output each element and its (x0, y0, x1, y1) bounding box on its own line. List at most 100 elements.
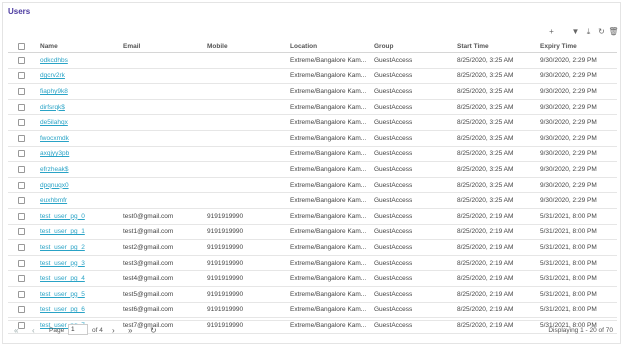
cell-location: Extreme/Bangalore Kam... (290, 103, 367, 111)
cell-location: Extreme/Bangalore Kam... (290, 150, 367, 158)
cell-name: test_user_pg_6 (40, 303, 120, 318)
table-row[interactable]: test_user_pg_3 test3@gmail.com 9191919990 E… (8, 256, 617, 272)
row-checkbox[interactable] (18, 228, 25, 236)
row-select-cell (18, 162, 28, 177)
pagination-bar: « ‹ Page of 4 › » ↻ Displaying 1 - 20 of… (8, 320, 617, 339)
table-row[interactable]: test_user_pg_5 test5@gmail.com 9191919990 E… (8, 287, 617, 303)
table-row[interactable]: fwocxmdk Extreme/Bangalore Kam... GuestAcc… (8, 131, 617, 147)
user-name-link[interactable]: dpqnuqx0 (40, 182, 69, 189)
cell-mobile: 9191919990 (207, 228, 244, 236)
row-select-cell (18, 303, 28, 318)
cell-group: GuestAccess (374, 259, 413, 267)
user-name-link[interactable]: axqjyy3pb (40, 150, 69, 157)
table-row[interactable]: test_user_pg_1 test1@gmail.com 9191919990 E… (8, 225, 617, 241)
column-header-expiry-time[interactable]: Expiry Time (540, 40, 614, 52)
column-header-email[interactable]: Email (123, 40, 203, 52)
row-checkbox[interactable] (18, 306, 25, 314)
user-name-link[interactable]: test_user_pg_1 (40, 228, 85, 235)
column-header-group[interactable]: Group (374, 40, 454, 52)
table-row[interactable]: dgcrv2rk Extreme/Bangalore Kam... GuestAcc… (8, 69, 617, 85)
table-row[interactable]: de5ilahqx Extreme/Bangalore Kam... GuestAc… (8, 115, 617, 131)
row-checkbox[interactable] (18, 181, 25, 189)
table-row[interactable]: test_user_pg_4 test4@gmail.com 9191919990 E… (8, 271, 617, 287)
cell-email: test2@gmail.com (123, 243, 174, 251)
user-name-link[interactable]: dgcrv2rk (40, 72, 65, 79)
column-header-location[interactable]: Location (290, 40, 370, 52)
user-name-link[interactable]: fwocxmdk (40, 135, 69, 142)
cell-name: dpqnuqx0 (40, 178, 120, 193)
table-row[interactable]: euxhbmfr Extreme/Bangalore Kam... GuestAcc… (8, 193, 617, 209)
row-checkbox[interactable] (18, 212, 25, 220)
cell-name: fiaphy9k8 (40, 84, 120, 99)
row-checkbox[interactable] (18, 103, 25, 111)
user-name-link[interactable]: de5ilahqx (40, 119, 68, 126)
table-row[interactable]: test_user_pg_2 test2@gmail.com 9191919990 E… (8, 240, 617, 256)
row-checkbox[interactable] (18, 290, 25, 298)
row-select-cell (18, 69, 28, 84)
user-name-link[interactable]: euxhbmfr (40, 197, 67, 204)
refresh-icon[interactable]: ↻ (597, 27, 606, 36)
first-page-icon[interactable]: « (14, 326, 18, 335)
cell-start-time: 8/25/2020, 2:19 AM (457, 259, 514, 267)
user-name-link[interactable]: test_user_pg_6 (40, 306, 85, 313)
cell-email (123, 178, 203, 193)
table-row[interactable]: axqjyy3pb Extreme/Bangalore Kam... GuestAc… (8, 147, 617, 163)
row-checkbox[interactable] (18, 72, 25, 80)
row-checkbox[interactable] (18, 56, 25, 64)
prev-page-icon[interactable]: ‹ (32, 326, 35, 335)
table-row[interactable]: test_user_pg_0 test0@gmail.com 9191919990 E… (8, 209, 617, 225)
download-icon[interactable]: ⤓ (584, 27, 593, 36)
table-row[interactable]: test_user_pg_6 test6@gmail.com 9191919990 E… (8, 303, 617, 319)
row-checkbox[interactable] (18, 134, 25, 142)
cell-location: Extreme/Bangalore Kam... (290, 72, 367, 80)
row-checkbox[interactable] (18, 243, 25, 251)
row-checkbox[interactable] (18, 197, 25, 205)
filter-icon[interactable]: ▼ (571, 27, 580, 36)
cell-group: GuestAccess (374, 165, 413, 173)
cell-location: Extreme/Bangalore Kam... (290, 275, 367, 283)
column-header-start-time[interactable]: Start Time (457, 40, 537, 52)
table-row[interactable]: fiaphy9k8 Extreme/Bangalore Kam... GuestAc… (8, 84, 617, 100)
user-name-link[interactable]: test_user_pg_4 (40, 275, 85, 282)
cell-start-time: 8/25/2020, 2:19 AM (457, 243, 514, 251)
row-checkbox[interactable] (18, 150, 25, 158)
user-name-link[interactable]: test_user_pg_3 (40, 260, 85, 267)
table-row[interactable]: efrzheak$ Extreme/Bangalore Kam... GuestAc… (8, 162, 617, 178)
column-header-mobile[interactable]: Mobile (207, 40, 287, 52)
user-name-link[interactable]: dirfsrqk$ (40, 104, 65, 111)
user-name-link[interactable]: test_user_pg_5 (40, 291, 85, 298)
cell-group: GuestAccess (374, 181, 413, 189)
page-number-input[interactable] (68, 324, 88, 335)
last-page-icon[interactable]: » (128, 326, 132, 335)
next-page-icon[interactable]: › (112, 326, 115, 335)
user-name-link[interactable]: test_user_pg_2 (40, 244, 85, 251)
user-name-link[interactable]: fiaphy9k8 (40, 88, 68, 95)
cell-location: Extreme/Bangalore Kam... (290, 259, 367, 267)
cell-expiry-time: 9/30/2020, 2:29 PM (540, 87, 597, 95)
cell-mobile (207, 100, 287, 115)
row-checkbox[interactable] (18, 119, 25, 127)
cell-expiry-time: 5/31/2021, 8:00 PM (540, 212, 597, 220)
user-name-link[interactable]: test_user_pg_0 (40, 213, 85, 220)
table-row[interactable]: dpqnuqx0 Extreme/Bangalore Kam... GuestAcc… (8, 178, 617, 194)
cell-group: GuestAccess (374, 212, 413, 220)
table-row[interactable]: dirfsrqk$ Extreme/Bangalore Kam... GuestAc… (8, 100, 617, 116)
add-icon[interactable]: + (547, 27, 556, 36)
delete-icon[interactable]: 🗑 (608, 27, 618, 36)
column-header-name[interactable]: Name (40, 40, 120, 52)
row-checkbox[interactable] (18, 259, 25, 267)
grid-body: odkcdhbs Extreme/Bangalore Kam... GuestAcc… (8, 53, 617, 334)
row-checkbox[interactable] (18, 165, 25, 173)
table-row[interactable]: odkcdhbs Extreme/Bangalore Kam... GuestAcc… (8, 53, 617, 69)
row-checkbox[interactable] (18, 87, 25, 95)
cell-group: GuestAccess (374, 197, 413, 205)
cell-location: Extreme/Bangalore Kam... (290, 181, 367, 189)
user-name-link[interactable]: odkcdhbs (40, 57, 68, 64)
user-name-link[interactable]: efrzheak$ (40, 166, 69, 173)
cell-expiry-time: 9/30/2020, 2:29 PM (540, 103, 597, 111)
cell-start-time: 8/25/2020, 2:19 AM (457, 275, 514, 283)
select-all-checkbox[interactable] (18, 42, 25, 50)
refresh-page-icon[interactable]: ↻ (150, 326, 157, 335)
row-checkbox[interactable] (18, 275, 25, 283)
cell-group: GuestAccess (374, 243, 413, 251)
